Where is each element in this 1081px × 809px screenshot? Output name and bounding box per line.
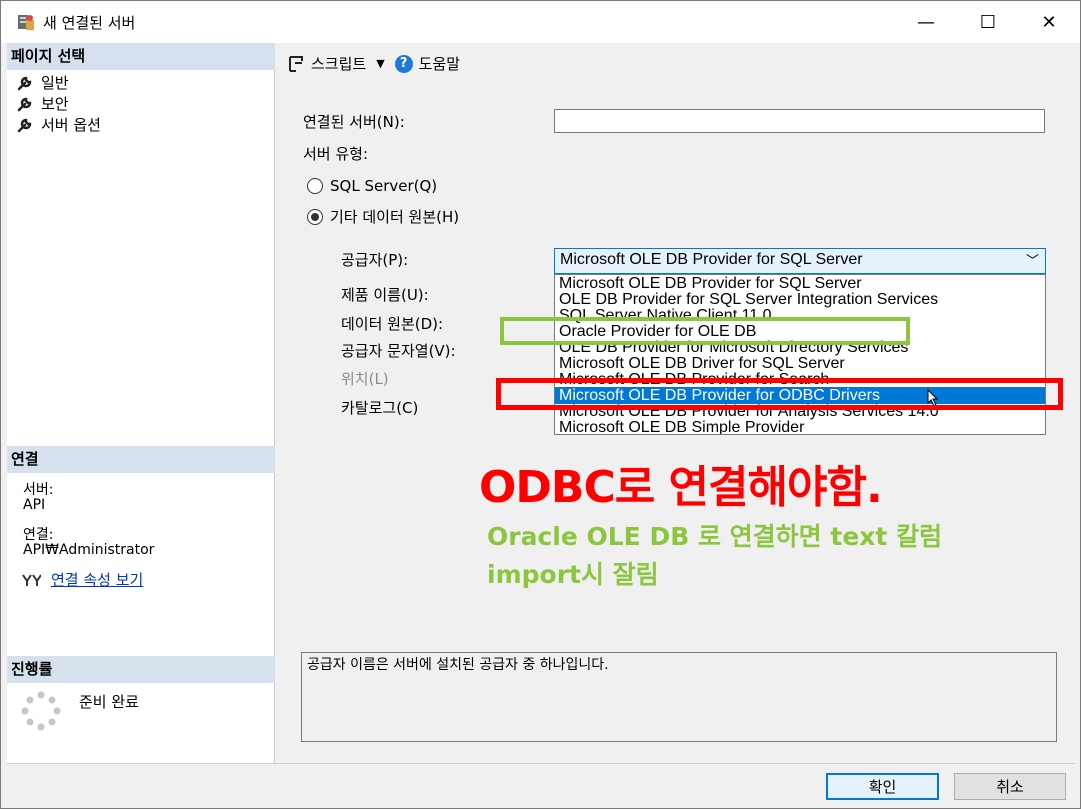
connection-properties-icon	[22, 573, 41, 586]
window-title: 새 연결된 서버	[43, 14, 136, 32]
provider-label: 공급자(P):	[341, 251, 409, 269]
nav-item-server-options[interactable]: 서버 옵션	[17, 114, 101, 135]
toolbar: 스크립트 ▼ ? 도움말	[287, 53, 460, 74]
linked-server-dialog: 새 연결된 서버 — ☐ ✕ 페이지 선택 일반 보안 서버 옵션 연결 서버:…	[0, 0, 1081, 809]
script-button[interactable]: 스크립트 ▼	[287, 53, 385, 74]
progress-status: 준비 완료	[79, 693, 139, 711]
progress-header: 진행률	[7, 656, 275, 683]
progress-spinner-icon	[21, 691, 61, 731]
help-icon: ?	[394, 54, 413, 73]
provider-selected-value: Microsoft OLE DB Provider for SQL Server	[560, 251, 863, 268]
connection-value: API₩Administrator	[23, 542, 155, 558]
minimize-button[interactable]: —	[896, 1, 956, 43]
nav-label: 일반	[41, 74, 69, 92]
red-highlight-box	[496, 378, 1063, 410]
radio-other-data-source[interactable]: 기타 데이터 원본(H)	[307, 206, 459, 227]
server-label: 서버:	[23, 482, 54, 498]
connection-header: 연결	[7, 446, 275, 473]
provider-option[interactable]: Microsoft OLE DB Simple Provider	[555, 419, 1045, 434]
chevron-down-icon[interactable]: ﹀	[1026, 250, 1039, 269]
catalog-label: 카탈로그(C)	[341, 399, 419, 417]
chevron-down-icon[interactable]: ▼	[376, 57, 384, 70]
location-label: 위치(L)	[341, 370, 389, 388]
connection-label: 연결:	[23, 527, 54, 543]
provider-string-label: 공급자 문자열(V):	[341, 342, 456, 360]
left-pane: 페이지 선택 일반 보안 서버 옵션 연결 서버: API 연결: API₩Ad…	[7, 43, 275, 763]
radio-circle	[307, 178, 323, 194]
maximize-button[interactable]: ☐	[958, 1, 1018, 43]
linked-server-label: 연결된 서버(N):	[303, 113, 405, 131]
view-connection-properties-link[interactable]: 연결 속성 보기	[21, 569, 143, 590]
provider-combobox[interactable]: Microsoft OLE DB Provider for SQL Server…	[554, 248, 1046, 274]
wrench-icon	[17, 76, 32, 90]
server-type-label: 서버 유형:	[303, 145, 369, 163]
description-text: 공급자 이름은 서버에 설치된 공급자 중 하나입니다.	[307, 657, 609, 673]
page-select-header: 페이지 선택	[7, 43, 275, 70]
green-annotation-line2: import시 잘림	[487, 560, 659, 589]
server-app-icon	[18, 15, 34, 30]
description-box: 공급자 이름은 서버에 설치된 공급자 중 하나입니다.	[301, 652, 1057, 742]
script-icon	[289, 55, 303, 72]
radio-sql-server[interactable]: SQL Server(Q)	[307, 177, 437, 195]
radio-circle-selected	[307, 208, 323, 225]
nav-label: 서버 옵션	[41, 116, 101, 134]
nav-item-general[interactable]: 일반	[17, 72, 69, 93]
title-bar: 새 연결된 서버 — ☐ ✕	[1, 1, 1080, 43]
close-button[interactable]: ✕	[1019, 1, 1079, 43]
provider-option[interactable]: OLE DB Provider for SQL Server Integrati…	[555, 291, 1045, 308]
data-source-label: 데이터 원본(D):	[341, 315, 444, 333]
provider-dropdown-list[interactable]: Microsoft OLE DB Provider for SQL Server…	[554, 274, 1046, 435]
nav-label: 보안	[41, 95, 69, 113]
linked-server-input[interactable]	[554, 109, 1045, 133]
provider-option[interactable]: Microsoft OLE DB Provider for SQL Server	[555, 275, 1045, 292]
provider-option[interactable]: Microsoft OLE DB Driver for SQL Server	[555, 355, 1045, 372]
help-button[interactable]: ? 도움말	[394, 53, 460, 74]
cancel-button[interactable]: 취소	[954, 773, 1066, 800]
ok-button[interactable]: 확인	[826, 773, 939, 800]
green-annotation-line1: Oracle OLE DB 로 연결하면 text 칼럼	[487, 522, 943, 551]
green-highlight-box	[500, 317, 910, 345]
product-name-label: 제품 이름(U):	[341, 286, 429, 304]
wrench-icon	[17, 97, 32, 111]
red-annotation-text: ODBC로 연결해야함.	[479, 462, 883, 513]
wrench-icon	[17, 118, 32, 132]
nav-item-security[interactable]: 보안	[17, 93, 69, 114]
server-value: API	[23, 497, 46, 513]
